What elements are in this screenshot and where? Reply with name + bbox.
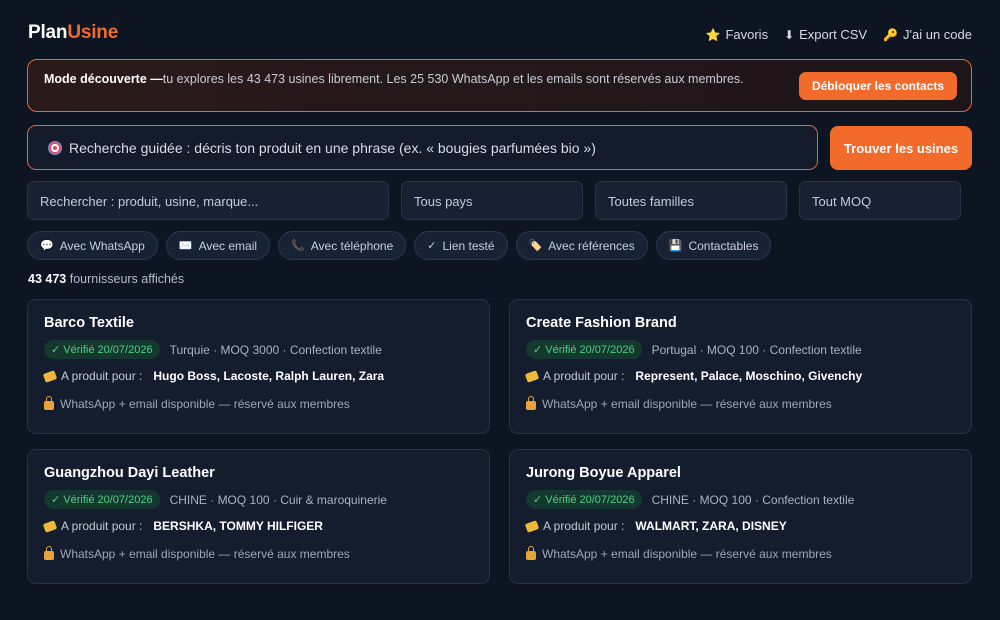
produced-for-label: A produit pour : [61, 369, 143, 383]
chip-references[interactable]: 🏷️ Avec références [515, 231, 648, 260]
download-icon: ⬇ [784, 27, 795, 42]
banner-title: Mode découverte — [44, 72, 163, 86]
tag-icon: 🏷️ [528, 240, 543, 252]
supplier-card[interactable]: Barco Textile ✓ Vérifié 20/07/2026 Turqu… [27, 299, 490, 434]
logo-part-usine: Usine [67, 22, 119, 43]
filter-chips: 💬 Avec WhatsApp ✉️ Avec email 📞 Avec tél… [27, 231, 772, 260]
find-factories-button[interactable]: Trouver les usines [830, 126, 972, 170]
lock-icon [44, 396, 54, 410]
banner-text: Mode découverte —tu explores les 43 473 … [44, 72, 744, 86]
produced-for-label: A produit pour : [543, 519, 625, 533]
favorites-link[interactable]: ⭐ Favoris [706, 27, 769, 42]
supplier-meta: Portugal · MOQ 100 · Confection textile [651, 342, 862, 357]
export-csv-link[interactable]: ⬇ Export CSV [784, 27, 867, 42]
results-count-number: 43 473 [28, 272, 67, 286]
supplier-brands-row: A produit pour : BERSHKA, TOMMY HILFIGER [42, 519, 323, 533]
supplier-meta-row: ✓ Vérifié 20/07/2026 CHINE · MOQ 100 · C… [526, 490, 854, 509]
supplier-brands: Represent, Palace, Moschino, Givenchy [635, 369, 863, 383]
tag-icon [524, 519, 540, 533]
supplier-lock-row: WhatsApp + email disponible — réservé au… [44, 546, 350, 561]
chip-contactable[interactable]: 💾 Contactables [655, 231, 772, 260]
supplier-lock-row: WhatsApp + email disponible — réservé au… [526, 396, 832, 411]
lock-icon [526, 546, 536, 560]
produced-for-label: A produit pour : [543, 369, 625, 383]
supplier-meta: CHINE · MOQ 100 · Cuir & maroquinerie [169, 492, 387, 507]
chip-phone[interactable]: 📞 Avec téléphone [278, 231, 407, 260]
members-only-note: WhatsApp + email disponible — réservé au… [60, 397, 350, 411]
chip-link-tested[interactable]: ✓ Lien testé [414, 231, 508, 260]
guided-search-input[interactable]: Recherche guidée : décris ton produit en… [27, 125, 818, 170]
supplier-brands-row: A produit pour : WALMART, ZARA, DISNEY [524, 519, 787, 533]
supplier-card[interactable]: Jurong Boyue Apparel ✓ Vérifié 20/07/202… [509, 449, 972, 584]
tag-icon [524, 369, 540, 383]
family-select[interactable]: Toutes familles [595, 181, 787, 220]
verified-badge: ✓ Vérifié 20/07/2026 [44, 340, 160, 359]
results-count-label: fournisseurs affichés [69, 272, 185, 286]
supplier-meta: CHINE · MOQ 100 · Confection textile [651, 492, 855, 507]
supplier-brands-row: A produit pour : Represent, Palace, Mosc… [524, 369, 863, 383]
chip-label: Avec WhatsApp [59, 238, 145, 253]
moq-select[interactable]: Tout MOQ [799, 181, 961, 220]
chip-label: Avec téléphone [310, 238, 394, 253]
lock-icon [44, 546, 54, 560]
check-icon: ✓ [427, 240, 437, 252]
export-csv-label: Export CSV [799, 27, 868, 42]
save-icon: 💾 [668, 240, 683, 252]
discovery-banner: Mode découverte —tu explores les 43 473 … [27, 59, 972, 112]
supplier-name: Create Fashion Brand [526, 315, 677, 331]
key-icon: 🔑 [883, 27, 899, 42]
star-icon: ⭐ [705, 27, 721, 42]
logo[interactable]: PlanUsine [28, 22, 118, 44]
supplier-name: Jurong Boyue Apparel [526, 465, 681, 481]
verified-badge: ✓ Vérifié 20/07/2026 [526, 490, 642, 509]
tag-icon [42, 369, 58, 383]
favorites-label: Favoris [725, 27, 769, 42]
members-only-note: WhatsApp + email disponible — réservé au… [542, 547, 832, 561]
header-links: ⭐ Favoris ⬇ Export CSV 🔑 J'ai un code [706, 27, 973, 42]
guided-search-placeholder: Recherche guidée : décris ton produit en… [69, 139, 596, 156]
chip-label: Avec références [548, 238, 635, 253]
members-only-note: WhatsApp + email disponible — réservé au… [60, 547, 350, 561]
supplier-name: Barco Textile [44, 315, 134, 331]
verified-badge: ✓ Vérifié 20/07/2026 [526, 340, 642, 359]
supplier-meta-row: ✓ Vérifié 20/07/2026 Portugal · MOQ 100 … [526, 340, 862, 359]
verified-badge: ✓ Vérifié 20/07/2026 [44, 490, 160, 509]
supplier-name: Guangzhou Dayi Leather [44, 465, 215, 481]
phone-icon: 📞 [291, 240, 305, 252]
lock-icon [526, 396, 536, 410]
mail-icon: ✉️ [178, 240, 193, 252]
produced-for-label: A produit pour : [61, 519, 143, 533]
results-count: 43 473 fournisseurs affichés [28, 272, 184, 286]
supplier-brands-row: A produit pour : Hugo Boss, Lacoste, Ral… [42, 369, 385, 383]
supplier-brands: WALMART, ZARA, DISNEY [635, 519, 787, 533]
supplier-meta: Turquie · MOQ 3000 · Confection textile [169, 342, 382, 357]
supplier-brands: Hugo Boss, Lacoste, Ralph Lauren, Zara [153, 369, 385, 383]
supplier-lock-row: WhatsApp + email disponible — réservé au… [44, 396, 350, 411]
chat-icon: 💬 [40, 240, 54, 252]
supplier-card[interactable]: Guangzhou Dayi Leather ✓ Vérifié 20/07/2… [27, 449, 490, 584]
country-select[interactable]: Tous pays [401, 181, 583, 220]
chip-whatsapp[interactable]: 💬 Avec WhatsApp [27, 231, 158, 260]
have-code-link[interactable]: 🔑 J'ai un code [883, 27, 972, 42]
supplier-lock-row: WhatsApp + email disponible — réservé au… [526, 546, 832, 561]
logo-part-plan: Plan [28, 22, 68, 43]
supplier-brands: BERSHKA, TOMMY HILFIGER [153, 519, 323, 533]
supplier-meta-row: ✓ Vérifié 20/07/2026 CHINE · MOQ 100 · C… [44, 490, 387, 509]
target-icon [48, 140, 62, 155]
header: PlanUsine ⭐ Favoris ⬇ Export CSV 🔑 J'ai … [28, 22, 972, 48]
banner-description: tu explores les 43 473 usines librement.… [162, 72, 744, 86]
unlock-contacts-button[interactable]: Débloquer les contacts [799, 72, 957, 100]
tag-icon [42, 519, 58, 533]
supplier-meta-row: ✓ Vérifié 20/07/2026 Turquie · MOQ 3000 … [44, 340, 382, 359]
members-only-note: WhatsApp + email disponible — réservé au… [542, 397, 832, 411]
have-code-label: J'ai un code [903, 27, 972, 42]
chip-label: Contactables [688, 238, 759, 253]
search-input[interactable]: Rechercher : produit, usine, marque... [27, 181, 389, 220]
chip-email[interactable]: ✉️ Avec email [165, 231, 271, 260]
chip-label: Avec email [198, 238, 258, 253]
supplier-card[interactable]: Create Fashion Brand ✓ Vérifié 20/07/202… [509, 299, 972, 434]
chip-label: Lien testé [442, 238, 495, 253]
